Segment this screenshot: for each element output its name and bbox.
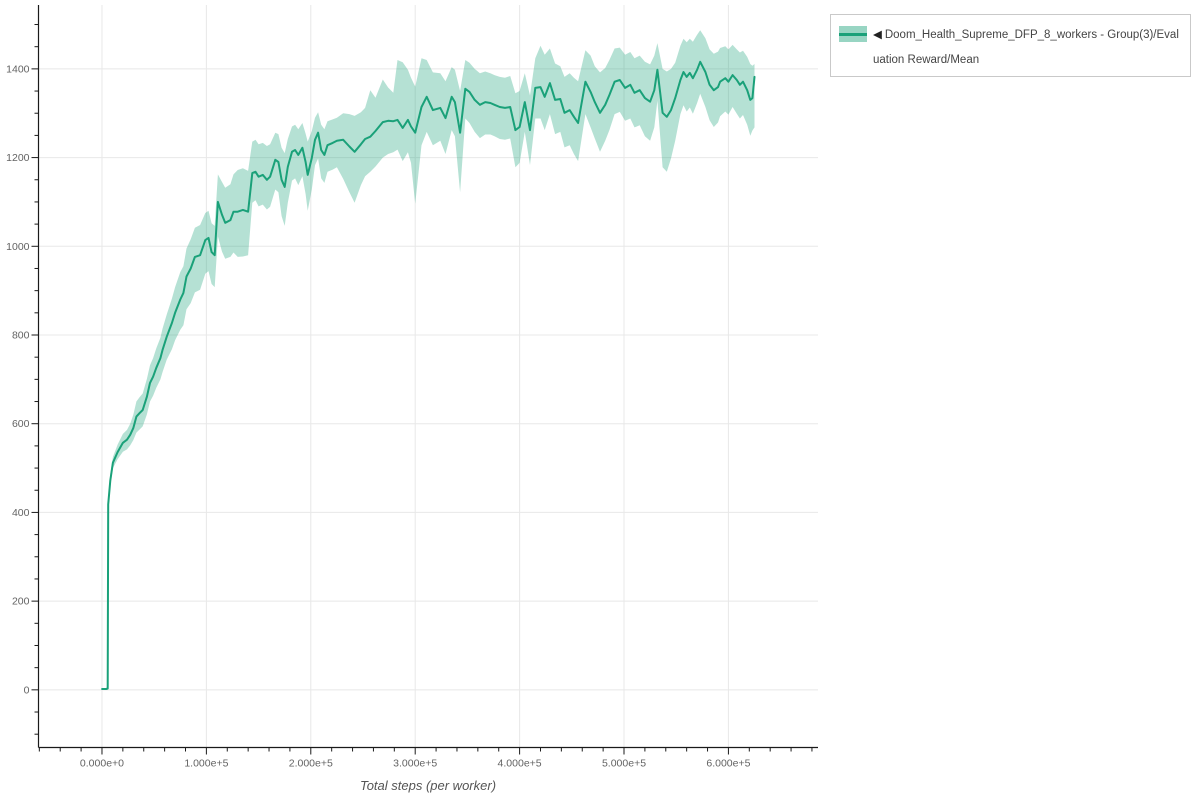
y-tick-label: 600	[12, 418, 30, 430]
y-tick-label: 1000	[6, 241, 30, 253]
x-tick-label: 3.000e+5	[393, 758, 437, 770]
confidence-band	[102, 30, 754, 689]
y-tick-label: 400	[12, 507, 30, 519]
y-tick-label: 800	[12, 330, 30, 342]
collapse-triangle-icon: ◀	[873, 29, 882, 41]
y-tick-label: 1400	[6, 63, 30, 75]
x-tick-label: 2.000e+5	[289, 758, 333, 770]
reward-chart[interactable]: 0.000e+0 1.000e+5 2.000e+5 3.000e+5 4.000e+5…	[0, 0, 1200, 800]
legend-line-icon	[839, 33, 867, 36]
y-tick-label: 200	[12, 596, 30, 608]
mean-line[interactable]	[102, 62, 754, 689]
x-tick-label: 5.000e+5	[602, 758, 646, 770]
series-name: Doom_Health_Supreme_DFP_8_workers - Grou…	[873, 29, 1179, 66]
legend[interactable]: ◀Doom_Health_Supreme_DFP_8_workers - Gro…	[830, 14, 1191, 77]
x-axis-title: Total steps (per worker)	[360, 778, 496, 793]
x-tick-label: 4.000e+5	[498, 758, 542, 770]
x-tick-label: 0.000e+0	[80, 758, 124, 770]
y-tick-label: 1200	[6, 152, 30, 164]
x-tick-label: 6.000e+5	[706, 758, 750, 770]
legend-item-label: ◀Doom_Health_Supreme_DFP_8_workers - Gro…	[873, 23, 1181, 73]
legend-swatch	[839, 26, 867, 42]
y-tick-label: 0	[24, 684, 30, 696]
series-group	[102, 30, 754, 689]
x-tick-label: 1.000e+5	[184, 758, 228, 770]
